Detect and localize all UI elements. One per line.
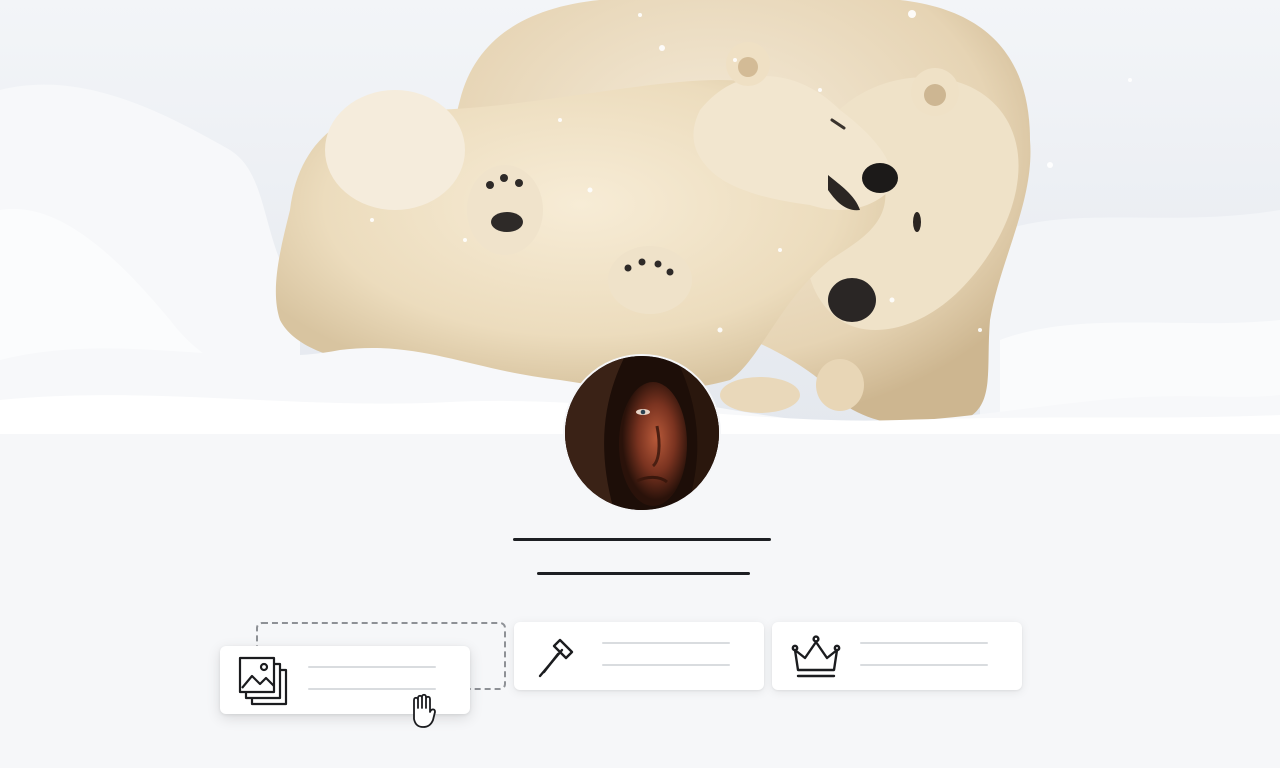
card-title-placeholder [860,642,988,644]
image-gallery-icon [238,656,288,706]
profile-name-placeholder [513,538,771,541]
hammer-icon [538,638,574,678]
profile-subtitle-placeholder [537,572,750,575]
card-subtitle-placeholder [860,664,988,666]
hammer-card[interactable] [514,622,764,690]
card-subtitle-placeholder [602,664,730,666]
grab-hand-icon [413,693,436,728]
profile-portrait [565,356,719,510]
card-title-placeholder [602,642,730,644]
crown-card[interactable] [772,622,1022,690]
crown-icon [791,635,841,678]
avatar[interactable] [563,354,721,512]
card-title-placeholder [308,666,436,668]
